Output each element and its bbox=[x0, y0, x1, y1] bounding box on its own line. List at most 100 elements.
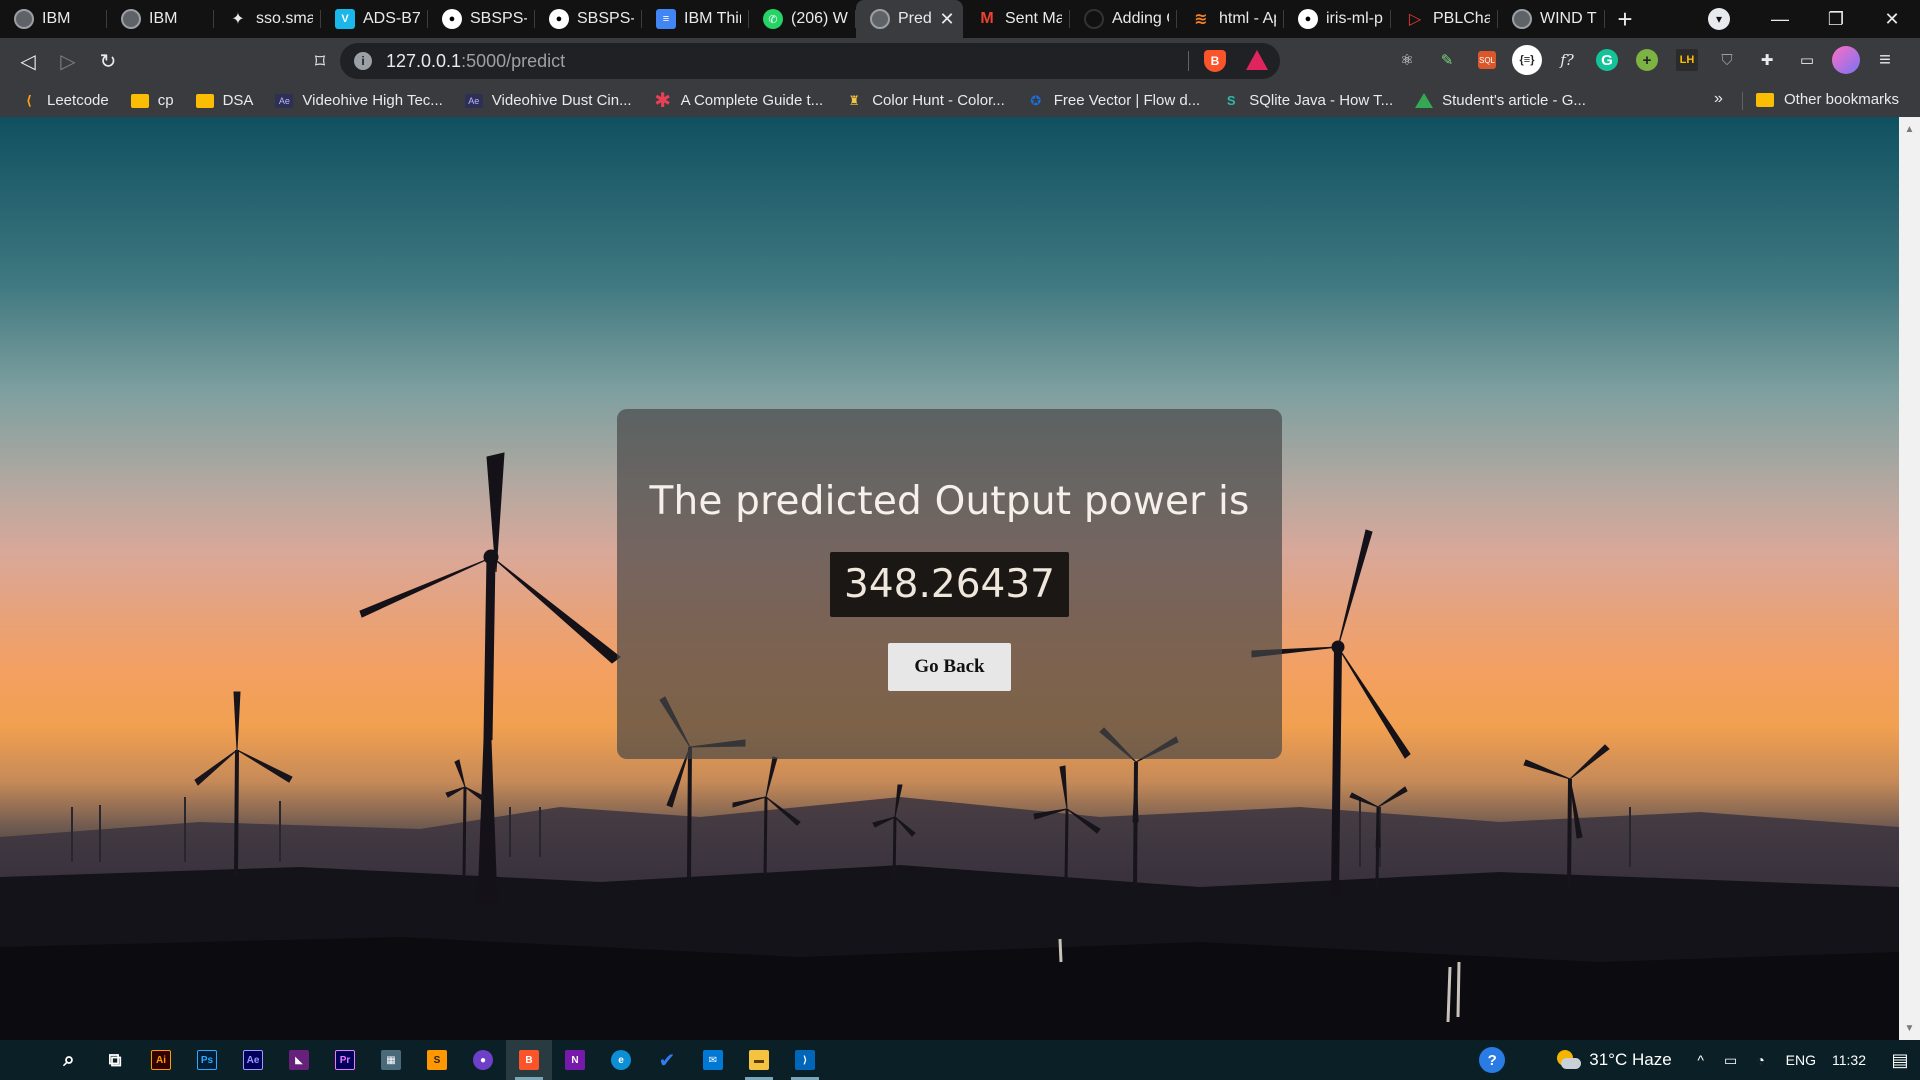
function-extension-icon[interactable]: f? bbox=[1552, 45, 1582, 75]
profile-avatar-icon[interactable] bbox=[1832, 46, 1860, 74]
bookmark-label: A Complete Guide t... bbox=[680, 92, 824, 109]
chat-icon: ▷ bbox=[1408, 11, 1422, 28]
browser-tab[interactable]: V ADS-B7- bbox=[321, 0, 428, 38]
scroll-down-arrow-icon[interactable]: ▼ bbox=[1899, 1020, 1920, 1036]
page-scrollbar[interactable]: ▲ ▼ bbox=[1899, 117, 1920, 1040]
restore-button[interactable]: ❐ bbox=[1808, 0, 1864, 38]
taskbar-item-file-explorer[interactable]: ▬ bbox=[736, 1040, 782, 1080]
browser-tab[interactable]: Predi ✕ bbox=[856, 0, 963, 38]
url-text[interactable]: 127.0.0.1:5000/predict bbox=[386, 51, 565, 72]
tab-title: sso.smart bbox=[256, 10, 313, 27]
plus-extension-icon[interactable]: + bbox=[1636, 49, 1658, 71]
bookmark-item[interactable]: ✪ Free Vector | Flow d... bbox=[1027, 92, 1200, 109]
task-view-icon: ⧉ bbox=[108, 1049, 122, 1070]
browser-tab[interactable]: IBM bbox=[107, 0, 214, 38]
browser-tab[interactable]: ✆ (206) Wh bbox=[749, 0, 856, 38]
browser-tab[interactable]: M Sent Mai bbox=[963, 0, 1070, 38]
bookmark-item[interactable]: ♜ Color Hunt - Color... bbox=[845, 92, 1005, 109]
brave-rewards-icon[interactable] bbox=[1246, 50, 1268, 70]
taskbar-item-photoshop[interactable]: Ps bbox=[184, 1040, 230, 1080]
taskbar-item-search[interactable]: ⌕ bbox=[46, 1040, 92, 1080]
notifications-icon[interactable]: ▤ bbox=[1880, 1050, 1920, 1071]
lighthouse-extension-icon[interactable]: LH bbox=[1676, 49, 1698, 71]
bookmark-item[interactable]: Ae Videohive Dust Cin... bbox=[464, 92, 632, 109]
taskbar-item-github-desktop[interactable]: ● bbox=[460, 1040, 506, 1080]
browser-tab[interactable]: IBM bbox=[0, 0, 107, 38]
back-button[interactable]: ◁ bbox=[8, 41, 48, 81]
site-info-icon[interactable]: i bbox=[354, 52, 372, 70]
taskbar-item-start[interactable] bbox=[0, 1040, 46, 1080]
sql-extension-icon[interactable]: SQL bbox=[1478, 51, 1496, 69]
bookmark-label: DSA bbox=[222, 92, 254, 109]
bookmark-item[interactable]: Ae Videohive High Tec... bbox=[275, 92, 443, 109]
taskbar-item-task-view[interactable]: ⧉ bbox=[92, 1040, 138, 1080]
taskbar-item-illustrator[interactable]: Ai bbox=[138, 1040, 184, 1080]
browser-tab[interactable]: ● SBSPS-Cl bbox=[428, 0, 535, 38]
bookmark-item[interactable]: cp bbox=[130, 92, 174, 109]
omnibox-divider bbox=[1188, 51, 1189, 71]
browser-tab[interactable]: ● iris-ml-pr bbox=[1284, 0, 1391, 38]
input-language[interactable]: ENG bbox=[1786, 1052, 1816, 1068]
taskbar-item-after-effects[interactable]: Ae bbox=[230, 1040, 276, 1080]
bookmark-item[interactable]: S SQlite Java - How T... bbox=[1222, 92, 1393, 109]
grammarly-icon[interactable]: G bbox=[1596, 49, 1618, 71]
bookmark-label: Color Hunt - Color... bbox=[872, 92, 1005, 109]
taskbar-item-brave-browser[interactable]: B bbox=[506, 1040, 552, 1080]
reload-button[interactable]: ↻ bbox=[88, 41, 128, 81]
taskbar-item-premiere[interactable]: Pr bbox=[322, 1040, 368, 1080]
pen-extension-icon[interactable]: ✎ bbox=[1432, 45, 1462, 75]
clock[interactable]: 11:32 bbox=[1832, 1052, 1866, 1068]
bookmark-item[interactable]: DSA bbox=[195, 92, 254, 109]
todo-icon: ✔ bbox=[658, 1049, 676, 1072]
browser-tab[interactable]: ✦ sso.smart bbox=[214, 0, 321, 38]
help-icon[interactable]: ? bbox=[1479, 1047, 1506, 1073]
more-bookmarks-button[interactable]: » bbox=[1714, 90, 1723, 108]
bookmark-item[interactable]: ✱ A Complete Guide t... bbox=[654, 90, 824, 112]
taskbar-item-onenote[interactable]: N bbox=[552, 1040, 598, 1080]
close-window-button[interactable]: ✕ bbox=[1864, 0, 1920, 38]
taskbar-item-todo[interactable]: ✔ bbox=[644, 1040, 690, 1080]
edge-icon: e bbox=[611, 1050, 631, 1070]
bookmark-item[interactable]: ⟨ Leetcode bbox=[20, 92, 109, 109]
battery-icon[interactable]: ▭ bbox=[1716, 1052, 1746, 1069]
taskbar-item-edge[interactable]: e bbox=[598, 1040, 644, 1080]
bookmark-item[interactable]: Student's article - G... bbox=[1415, 92, 1586, 109]
taskbar-item-mail[interactable]: ✉ bbox=[690, 1040, 736, 1080]
bookmark-page-button[interactable]: ⌑ bbox=[300, 41, 340, 81]
close-tab-icon[interactable]: ✕ bbox=[939, 9, 955, 30]
browser-menu-icon[interactable]: ≡ bbox=[1870, 45, 1900, 75]
taskbar-item-vscode[interactable]: ⟩ bbox=[782, 1040, 828, 1080]
braces-extension-icon[interactable]: {≡} bbox=[1512, 45, 1542, 75]
browser-tab[interactable]: ≡ IBM Thin bbox=[642, 0, 749, 38]
react-devtools-icon[interactable]: ⚛ bbox=[1392, 45, 1422, 75]
wallet-icon[interactable]: ▭ bbox=[1792, 45, 1822, 75]
taskbar-item-calculator[interactable]: ▦ bbox=[368, 1040, 414, 1080]
brave-shields-icon[interactable]: B bbox=[1204, 50, 1226, 72]
new-tab-button[interactable]: + bbox=[1605, 0, 1645, 38]
extensions-puzzle-icon[interactable]: ✚ bbox=[1752, 45, 1782, 75]
browser-tab[interactable]: WIND TU bbox=[1498, 0, 1605, 38]
weather-widget[interactable]: 31°C Haze bbox=[1555, 1050, 1672, 1070]
go-back-button[interactable]: Go Back bbox=[888, 643, 1011, 691]
address-bar[interactable]: i 127.0.0.1:5000/predict B bbox=[340, 43, 1280, 79]
browser-tab[interactable]: Adding C bbox=[1070, 0, 1177, 38]
stackoverflow-icon: ≋ bbox=[1194, 11, 1208, 28]
browser-tab[interactable]: ▷ PBLChat bbox=[1391, 0, 1498, 38]
forward-button[interactable]: ▷ bbox=[48, 41, 88, 81]
taskbar-item-sublime-text[interactable]: S bbox=[414, 1040, 460, 1080]
tab-search-dropdown-icon[interactable]: ▾ bbox=[1708, 8, 1730, 30]
github-icon: ● bbox=[549, 9, 569, 29]
scroll-up-arrow-icon[interactable]: ▲ bbox=[1899, 121, 1920, 137]
show-hidden-icons-chevron-icon[interactable]: ^ bbox=[1686, 1052, 1716, 1068]
bookmark-label: Free Vector | Flow d... bbox=[1053, 92, 1201, 109]
leetcode-icon: ⟨ bbox=[26, 92, 32, 108]
taskbar-item-visual-studio[interactable]: ◣ bbox=[276, 1040, 322, 1080]
other-bookmarks-folder[interactable]: Other bookmarks bbox=[1756, 91, 1899, 108]
shield-extension-icon[interactable]: ⛉ bbox=[1712, 45, 1742, 75]
brave-browser-icon: B bbox=[519, 1050, 539, 1070]
minimize-button[interactable]: — bbox=[1752, 0, 1808, 38]
tab-title: SBSPS-Cl bbox=[470, 10, 527, 27]
wifi-icon[interactable]: ◔ bbox=[1746, 1052, 1776, 1068]
browser-tab[interactable]: ≋ html - Ap bbox=[1177, 0, 1284, 38]
browser-tab[interactable]: ● SBSPS-Cl bbox=[535, 0, 642, 38]
